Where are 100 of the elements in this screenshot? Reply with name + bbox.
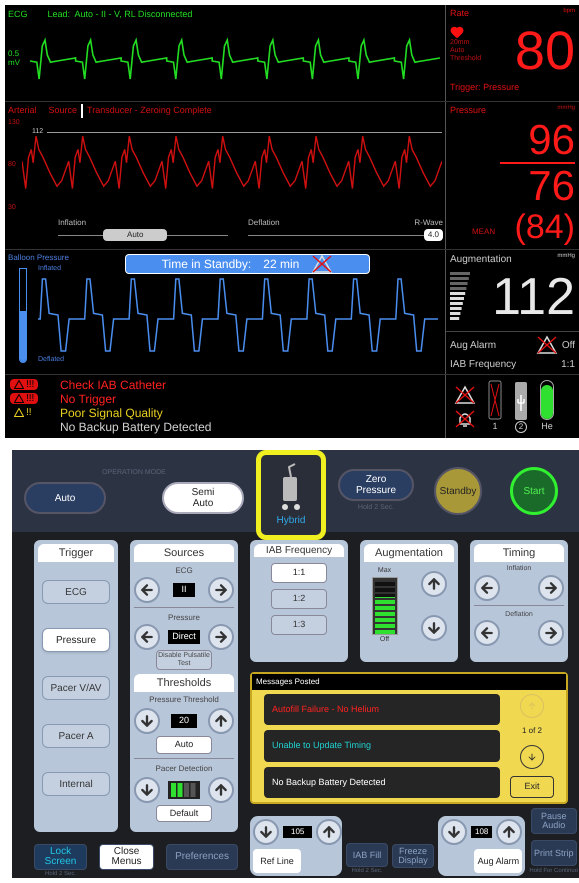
rate-label: Rate (450, 7, 470, 20)
left-arrow-button[interactable] (474, 620, 500, 646)
pressure-threshold-label: Pressure Threshold (149, 694, 219, 706)
panel-header: Timing (474, 544, 564, 562)
frequency-option[interactable]: 1:3 (271, 615, 327, 635)
alarm-off-icon (454, 384, 476, 404)
augmentation-bar-graph (450, 272, 470, 322)
augmentation-value: 112 (492, 269, 575, 325)
up-arrow-button[interactable] (208, 708, 234, 734)
down-arrow-button[interactable] (420, 614, 446, 640)
source-label: Source (48, 104, 78, 118)
up-arrow-button[interactable] (208, 776, 234, 802)
mode-button[interactable]: Auto (24, 482, 106, 514)
up-arrow-button[interactable] (420, 570, 446, 596)
menu-button[interactable]: IAB Fill (346, 843, 388, 867)
inflation-label: Inflation (58, 217, 88, 229)
aug-alarm-value: 108 (471, 826, 492, 838)
exit-button[interactable]: Exit (510, 776, 554, 798)
transducer-status: Transducer - Zeroing Complete (87, 104, 212, 118)
trigger-option[interactable]: Pacer A (42, 724, 110, 748)
up-arrow-icon (527, 701, 537, 711)
menu-button[interactable]: Close Menus (99, 844, 154, 870)
ecg-source-label: ECG (175, 565, 193, 577)
standby-button[interactable]: Standby (434, 467, 482, 515)
trigger-option[interactable]: Pacer V/AV (42, 676, 110, 700)
default-button[interactable]: Default (156, 804, 212, 822)
page-down-button[interactable] (520, 744, 544, 769)
plugged-battery-icon (514, 380, 528, 420)
priority-marks: !!! (26, 393, 34, 404)
pacer-detection-label: Pacer Detection (156, 762, 212, 774)
down-arrow-button[interactable] (134, 776, 160, 802)
panel-header: Trigger (38, 544, 114, 562)
priority-marks: !! (26, 407, 32, 418)
standby-label: Time in Standby: (162, 256, 252, 273)
panel-header: Thresholds (134, 674, 234, 692)
aug-alarm-button[interactable]: Aug Alarm (474, 849, 522, 873)
alarm-off-icon (311, 254, 334, 274)
trigger-option[interactable]: Pressure (42, 628, 110, 652)
frequency-option[interactable]: 1:1 (271, 563, 327, 583)
print-strip-button[interactable]: Print Strip (530, 840, 577, 866)
arterial-label: Arterial (8, 104, 37, 118)
down-arrow-button[interactable] (253, 819, 279, 845)
hybrid-button[interactable]: Hybrid (256, 450, 326, 540)
up-arrow-button[interactable] (316, 819, 342, 845)
balloon-pressure-label: Balloon Pressure (8, 252, 69, 264)
panel-header: IAB Frequency (254, 544, 344, 557)
mean-label: MEAN (472, 226, 496, 238)
right-arrow-button[interactable] (208, 624, 234, 650)
trigger-option[interactable]: Internal (42, 772, 110, 796)
auto-threshold-button[interactable]: Auto (156, 736, 212, 754)
diastolic-value: 76 (528, 164, 575, 208)
left-arrow-icon (139, 582, 155, 598)
aug-alarm-label: Aug Alarm (450, 338, 496, 352)
menu-button[interactable]: Freeze Display (392, 844, 434, 868)
up-arrow-button[interactable] (496, 819, 522, 845)
bell-off-icon (454, 408, 476, 428)
menu-button[interactable]: Lock Screen (34, 844, 88, 870)
pressure-label: Pressure (450, 104, 486, 117)
pressure-threshold-value: 20 (170, 714, 197, 728)
pause-audio-button[interactable]: Pause Audio (530, 808, 577, 834)
start-button[interactable]: Start (510, 467, 558, 515)
message-row[interactable]: No Backup Battery Detected (264, 766, 500, 798)
message-row[interactable]: Autofill Failure - No Helium (264, 694, 500, 726)
ref-line-button[interactable]: Ref Line (253, 849, 301, 873)
alarm-message: No Trigger (60, 392, 116, 406)
battery-missing-icon (488, 380, 502, 420)
right-arrow-icon (212, 629, 229, 645)
down-arrow-button[interactable] (441, 819, 467, 845)
trigger-option[interactable]: ECG (42, 580, 110, 604)
ecg-lead-value: II (173, 583, 194, 597)
left-arrow-button[interactable] (134, 624, 160, 650)
ecg-label: ECG (8, 8, 28, 21)
left-arrow-button[interactable] (134, 577, 160, 603)
frequency-option[interactable]: 1:2 (271, 589, 327, 609)
iab-frequency-value: 1:1 (561, 358, 575, 372)
page-indicator: 1 of 2 (522, 725, 542, 738)
mode-button[interactable]: Semi Auto (162, 482, 244, 514)
standby-time: 22 min (263, 256, 300, 273)
panel-header: Augmentation (364, 544, 454, 562)
r-wave-value: 4.0 (424, 229, 443, 241)
left-arrow-icon (479, 625, 495, 641)
alarm-message: Poor Signal Quality (60, 406, 163, 420)
down-arrow-button[interactable] (134, 708, 160, 734)
alarm-message: Check IAB Catheter (60, 378, 166, 392)
scale-unit: mV (8, 58, 21, 66)
battery-number: 1 (492, 420, 498, 433)
right-arrow-button[interactable] (538, 574, 564, 600)
zero-pressure-button[interactable]: Zero Pressure (338, 468, 414, 501)
left-arrow-icon (479, 580, 495, 596)
messages-title: Messages Posted (252, 674, 566, 690)
left-arrow-button[interactable] (474, 574, 500, 600)
left-arrow-icon (139, 629, 155, 645)
menu-button[interactable]: Preferences (166, 844, 238, 870)
right-arrow-button[interactable] (538, 620, 564, 646)
timing-mode: Auto (103, 229, 168, 241)
battery-number: 2 (515, 420, 527, 432)
lead-status: Lead: Auto - II - V, RL Disconnected (48, 8, 192, 21)
right-arrow-button[interactable] (208, 577, 234, 603)
message-row[interactable]: Unable to Update Timing (264, 730, 500, 762)
iab-frequency-label: IAB Frequency (450, 358, 516, 372)
